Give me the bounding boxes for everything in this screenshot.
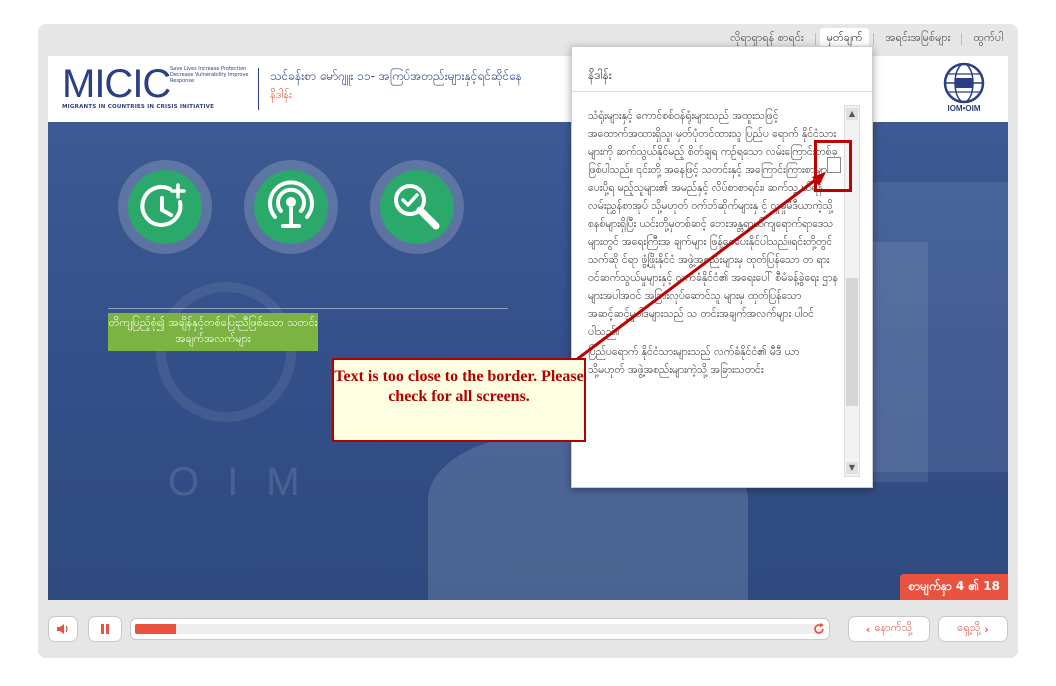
background-oim-text: OIM <box>168 460 328 504</box>
logo-tagline: Save Lives Increase Protection Decrease … <box>170 66 249 84</box>
back-button[interactable]: ‹ နောက်သို့ <box>848 616 930 642</box>
notes-popup: နိဒါန်း သံရုံးများနှင့် ကောင်စစ်ဝန်ရုံးမ… <box>571 46 873 488</box>
broadcast-icon <box>268 180 314 228</box>
chevron-right-icon: › <box>984 622 989 636</box>
next-button[interactable]: ရှေ့သို့ › <box>938 616 1008 642</box>
tab-separator <box>961 33 963 45</box>
speaker-icon <box>57 624 68 634</box>
popup-body: သံရုံးများနှင့် ကောင်စစ်ဝန်ရုံးများသည် အ… <box>588 107 838 381</box>
pause-icon <box>101 624 109 634</box>
course-subtitle: နိဒါန်း <box>270 88 292 101</box>
stage-divider <box>108 308 508 309</box>
replay-icon <box>814 623 824 634</box>
replay-button[interactable] <box>808 616 830 642</box>
popup-paragraph: ပြည်ပရောက် နိုင်ငံသားများသည် လက်ခံနိုင်င… <box>588 346 800 376</box>
iom-logo-text: IOM•OIM <box>947 104 981 113</box>
logo-word: MICIC <box>62 62 171 106</box>
popup-title: နိဒါန်း <box>588 68 612 82</box>
progress-bar[interactable] <box>130 618 830 640</box>
header-divider <box>258 68 259 110</box>
mute-button[interactable] <box>48 616 78 642</box>
background-oim-emblem <box>156 282 296 422</box>
back-button-label: နောက်သို့ <box>874 621 913 634</box>
progress-track <box>135 624 823 634</box>
clock-add-icon <box>140 183 186 227</box>
scrollbar-thumb[interactable] <box>846 278 858 406</box>
next-button-label: ရှေ့သို့ <box>957 621 981 634</box>
topic-label: တိကျပြည့်စုံ၍ အချိန်နှင့်တစ်ပြေးညီဖြစ်သေ… <box>108 313 318 351</box>
annotation-callout: Text is too close to the border. Please … <box>332 358 586 442</box>
tab-resources[interactable]: အရင်းအမြစ်များ <box>878 28 957 50</box>
broadcast-button[interactable] <box>244 160 338 254</box>
scroll-up-icon[interactable]: ▲ <box>846 108 858 120</box>
player-controls: ‹ နောက်သို့ ရှေ့သို့ › <box>48 612 1008 648</box>
search-check-icon <box>394 184 440 230</box>
logo-subtitle: MIGRANTS IN COUNTRIES IN CRISIS INITIATI… <box>62 104 215 110</box>
tab-separator <box>873 33 875 45</box>
search-check-button[interactable] <box>370 160 464 254</box>
tab-separator <box>814 33 816 45</box>
scroll-down-icon[interactable]: ▼ <box>846 462 858 474</box>
micic-logo: MICIC Save Lives Increase Protection Dec… <box>62 64 248 114</box>
tab-exit[interactable]: ထွက်ပါ <box>966 28 1010 50</box>
progress-fill <box>135 624 177 634</box>
overflow-glyph-icon <box>827 157 841 173</box>
pause-button[interactable] <box>88 616 122 642</box>
clock-add-button[interactable] <box>118 160 212 254</box>
popup-paragraph: သံရုံးများနှင့် ကောင်စစ်ဝန်ရုံးများသည် အ… <box>588 110 838 338</box>
annotation-highlight-box <box>814 140 852 192</box>
chevron-left-icon: ‹ <box>865 622 871 636</box>
iom-logo: IOM•OIM <box>938 62 990 116</box>
page-counter: စာမျက်နှာ 4 ၏ 18 <box>900 574 1008 600</box>
course-title: သင်ခန်းစာ မော်ဂျူး ၁၁- အကြပ်အတည်းများနှင… <box>270 69 522 83</box>
popup-divider <box>572 91 872 92</box>
background-photo-detail <box>868 242 928 482</box>
